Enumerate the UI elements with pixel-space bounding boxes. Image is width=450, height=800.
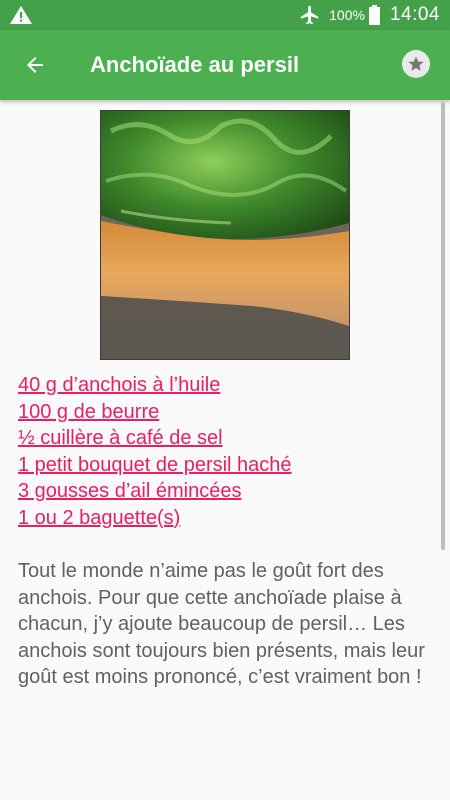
back-button[interactable] [14,44,56,86]
star-icon [408,56,424,71]
warning-icon [10,6,32,24]
ingredient-link[interactable]: 3 gousses d’ail émincées [18,478,292,505]
recipe-description: Tout le monde n’aime pas le goût fort de… [18,560,425,688]
ingredient-link[interactable]: 1 petit bouquet de persil haché [18,452,292,479]
favorite-button[interactable] [402,50,430,78]
ingredient-list: 40 g d’anchois à l’huile 100 g de beurre… [18,372,292,531]
app-bar: Anchoïade au persil [0,30,450,100]
recipe-photo [100,110,350,360]
scrollbar[interactable] [441,102,445,550]
airplane-mode-icon [300,5,319,25]
status-bar: 100% 14:04 [0,0,450,30]
arrow-back-icon [27,57,43,73]
ingredient-link[interactable]: 100 g de beurre [18,399,292,426]
ingredient-link[interactable]: ½ cuillère à café de sel [18,425,292,452]
ingredient-link[interactable]: 1 ou 2 baguette(s) [18,505,292,532]
battery-percent: 100% [329,7,365,23]
page-title: Anchoïade au persil [90,52,300,77]
ingredient-link[interactable]: 40 g d’anchois à l’huile [18,372,292,399]
clock: 14:04 [389,4,440,25]
battery-full-icon [368,5,380,25]
